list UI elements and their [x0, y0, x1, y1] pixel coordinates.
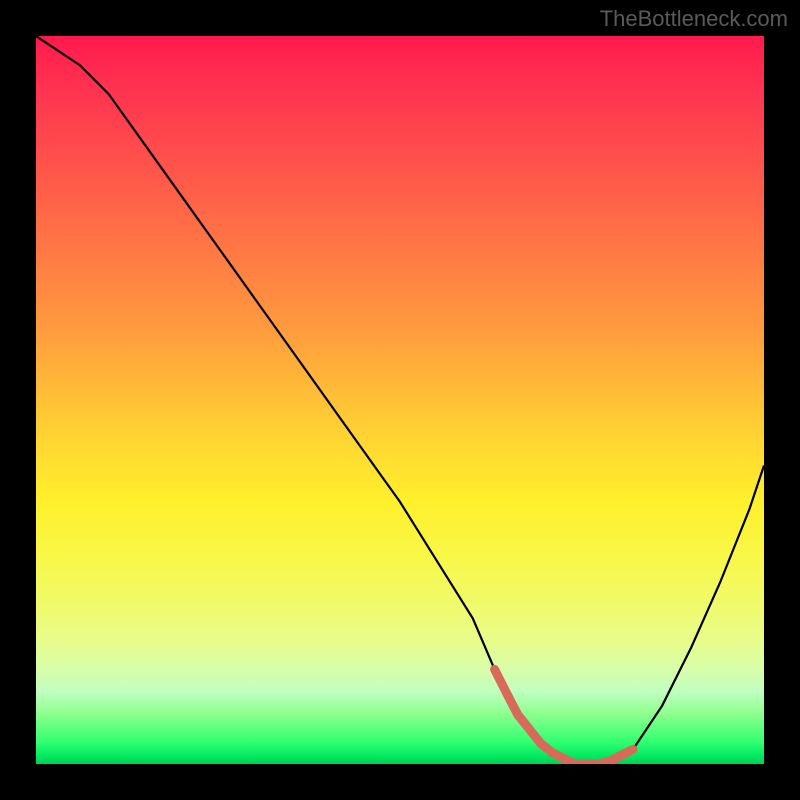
optimal-range-highlight [495, 669, 633, 764]
chart-svg [36, 36, 764, 764]
plot-area [36, 36, 764, 764]
bottleneck-curve [36, 36, 764, 764]
watermark-text: TheBottleneck.com [600, 6, 788, 32]
